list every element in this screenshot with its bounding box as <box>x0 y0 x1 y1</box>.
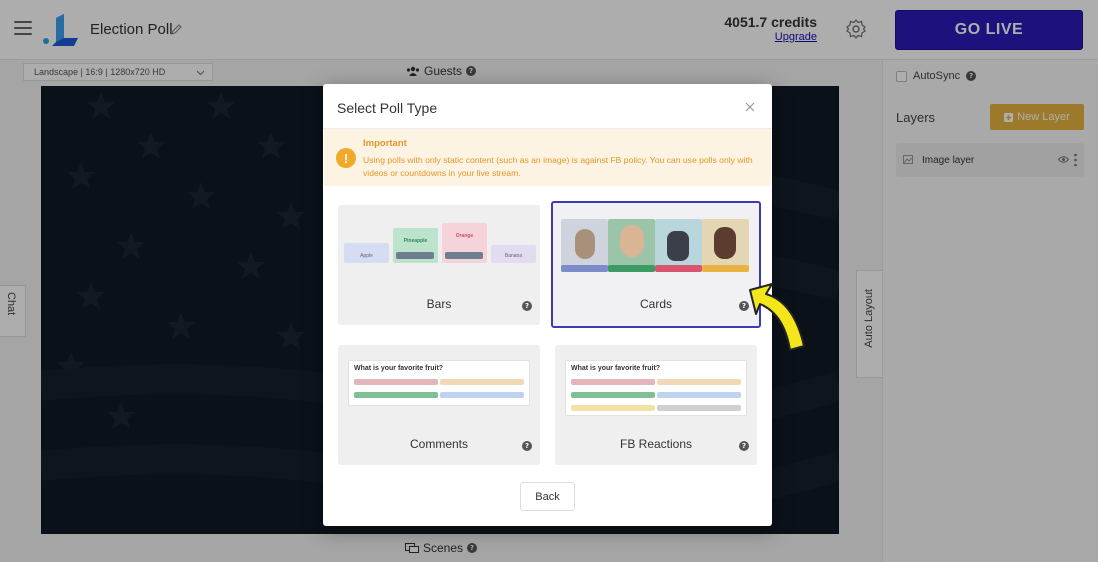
pointer-arrow-icon <box>749 283 805 351</box>
card-label: Comments <box>409 437 468 451</box>
select-poll-type-dialog: Select Poll Type ! Important Using polls… <box>323 84 772 526</box>
question-text: What is your favorite fruit? <box>571 365 661 372</box>
help-icon[interactable]: ? <box>739 441 749 451</box>
bar-label: Banana <box>504 253 523 259</box>
warning-icon: ! <box>336 148 356 168</box>
bar-label: Orange <box>455 233 474 239</box>
bar-label: Apple <box>360 253 373 259</box>
important-alert: ! Important Using polls with only static… <box>324 129 771 186</box>
dialog-title: Select Poll Type <box>337 100 438 116</box>
poll-type-bars[interactable]: Apple Pineapple Orange Banana Bars ? <box>338 205 540 325</box>
poll-type-cards[interactable]: Cards ? <box>551 201 761 328</box>
help-icon[interactable]: ? <box>522 441 532 451</box>
card-label: Cards <box>639 297 672 311</box>
card-label: FB Reactions <box>619 437 693 451</box>
card-label: Bars <box>426 297 452 311</box>
bar-label: Pineapple <box>403 238 428 244</box>
alert-text: Using polls with only static content (su… <box>363 155 753 178</box>
back-button[interactable]: Back <box>520 482 575 511</box>
close-icon[interactable] <box>745 102 755 112</box>
poll-type-comments[interactable]: What is your favorite fruit? Comments ? <box>338 345 540 465</box>
poll-type-fb-reactions[interactable]: What is your favorite fruit? FB Reaction… <box>555 345 757 465</box>
alert-title: Important <box>363 138 407 149</box>
help-icon[interactable]: ? <box>522 301 532 311</box>
question-text: What is your favorite fruit? <box>354 365 444 372</box>
